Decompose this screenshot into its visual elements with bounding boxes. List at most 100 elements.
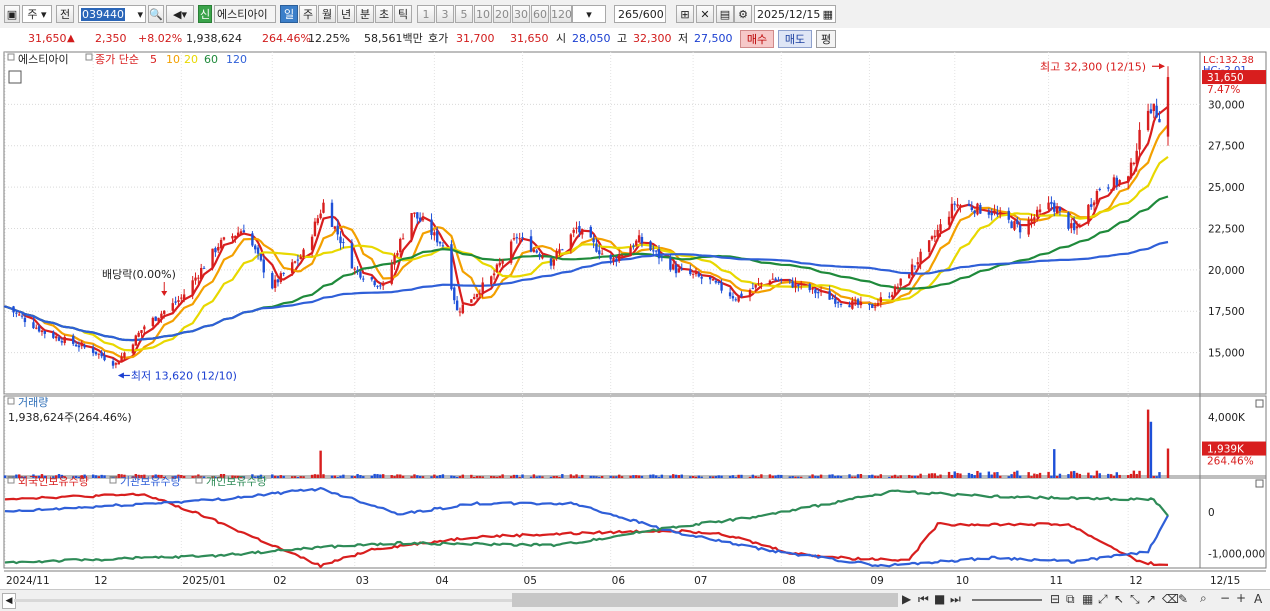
zoom-out-icon[interactable]: − <box>1220 591 1230 605</box>
crosshair-icon[interactable]: ✕ <box>696 5 714 23</box>
interval-tab-5[interactable]: 30 <box>512 5 530 23</box>
candle-body <box>3 306 7 308</box>
chart-settings-icon[interactable]: ▣ <box>4 5 20 23</box>
legend-ma-20: 20 <box>184 53 198 66</box>
average-button[interactable]: 평 <box>816 30 836 48</box>
play-icon[interactable]: ▶ <box>902 592 911 606</box>
volume-bar <box>91 474 95 478</box>
candle-body <box>197 277 200 279</box>
draw-icon[interactable]: ✎ <box>1178 592 1188 606</box>
candle-body <box>876 303 880 306</box>
candle-body <box>222 237 226 240</box>
holdings-tick-label: -1,000,000 <box>1208 548 1265 560</box>
holdings-legend-2: 개인보유수량 <box>206 475 267 488</box>
candle-body <box>879 297 883 303</box>
candle-body <box>490 276 493 285</box>
speaker-icon[interactable]: ◀▾ <box>166 5 194 23</box>
volume-bar <box>632 475 635 478</box>
period-tab-4[interactable]: 분 <box>356 5 374 23</box>
chevron-down-icon[interactable]: ▾ <box>572 5 606 23</box>
candle-body <box>151 317 155 327</box>
eraser-icon[interactable]: ⌫ <box>1162 592 1179 606</box>
candle-body <box>930 236 934 240</box>
period-tab-6[interactable]: 틱 <box>394 5 412 23</box>
volume-bar <box>359 475 362 478</box>
candle-body <box>438 241 442 244</box>
volume-bar <box>1109 474 1113 478</box>
rewind-icon[interactable]: ⏮ <box>918 592 929 607</box>
candle-body <box>94 351 98 355</box>
candle-body <box>748 289 752 296</box>
save-icon[interactable]: ▤ <box>716 5 734 23</box>
buy-button[interactable]: 매수 <box>740 30 774 48</box>
count-field[interactable]: 265/600 <box>614 5 666 23</box>
volume-bar <box>1138 470 1141 478</box>
price-tick-label: 17,500 <box>1208 306 1245 318</box>
volume-bar <box>1053 449 1056 478</box>
volume-bar <box>836 475 840 478</box>
volume-bar <box>728 475 732 478</box>
period-tab-5[interactable]: 초 <box>375 5 393 23</box>
stock-chart[interactable]: 15,000 17,500 20,000 22,500 25,000 27,500 30,0… <box>0 50 1270 589</box>
candle-body <box>893 286 897 295</box>
copy-icon[interactable]: ⧉ <box>1066 592 1075 607</box>
interval-tab-2[interactable]: 5 <box>455 5 473 23</box>
stop-icon[interactable]: ■ <box>934 592 945 606</box>
market-type-label: 주 <box>27 8 38 21</box>
zoom-in-icon[interactable]: + <box>1236 591 1246 605</box>
candle-body <box>154 316 157 321</box>
candle-body <box>273 279 277 288</box>
period-tab-2[interactable]: 월 <box>318 5 336 23</box>
candle-body <box>711 279 715 281</box>
candle-body <box>1166 77 1170 137</box>
market-type-select[interactable]: 주 ▾ <box>22 5 52 23</box>
horizontal-scrollbar[interactable] <box>14 599 512 602</box>
candle-body <box>333 226 337 229</box>
search-icon[interactable]: ⌕ <box>1200 591 1207 606</box>
search-icon[interactable]: 🔍 <box>148 5 164 23</box>
prev-button[interactable]: 전 <box>56 5 74 23</box>
grid-icon[interactable]: ⊞ <box>676 5 694 23</box>
font-size-icon[interactable]: A <box>1254 592 1262 606</box>
interval-tab-3[interactable]: 10 <box>474 5 492 23</box>
volume-bar <box>1112 475 1116 478</box>
layout-icon[interactable]: ⊟ <box>1050 592 1060 606</box>
interval-tab-1[interactable]: 3 <box>436 5 454 23</box>
volume-bar <box>438 475 442 478</box>
volume-bar <box>455 476 459 478</box>
volume-bar <box>290 476 294 478</box>
candle-body <box>660 256 664 258</box>
period-tab-3[interactable]: 년 <box>337 5 355 23</box>
period-tab-0[interactable]: 일 <box>280 5 298 23</box>
interval-tab-7[interactable]: 120 <box>550 5 572 23</box>
date-field[interactable]: 2025/12/15 ▦ <box>754 5 836 23</box>
volume-bar <box>871 474 874 478</box>
gear-icon[interactable]: ⚙ <box>734 5 752 23</box>
sell-button[interactable]: 매도 <box>778 30 812 48</box>
candle-body <box>817 292 820 294</box>
volume-bar <box>333 475 337 478</box>
volume-bar <box>947 471 951 478</box>
stock-code-input[interactable]: 039440 ▾ <box>78 5 146 23</box>
candle-body <box>453 287 456 301</box>
fast-forward-icon[interactable]: ⏭ <box>950 592 961 607</box>
scroll-thumb[interactable] <box>512 593 898 607</box>
volume-bar <box>751 474 755 478</box>
measure-icon[interactable]: ⤡ <box>1130 592 1140 607</box>
interval-tab-0[interactable]: 1 <box>417 5 435 23</box>
candle-body <box>1087 204 1090 224</box>
period-tab-1[interactable]: 주 <box>299 5 317 23</box>
candle-body <box>202 267 206 269</box>
interval-tab-6[interactable]: 60 <box>531 5 549 23</box>
zoom-slider[interactable] <box>972 599 1042 601</box>
candle-body <box>495 264 499 272</box>
trend-icon[interactable]: ⤢ <box>1098 592 1108 607</box>
interval-tab-4[interactable]: 20 <box>493 5 511 23</box>
volume-bar <box>430 476 433 478</box>
pointer-icon[interactable]: ↗ <box>1146 592 1156 606</box>
arrow-icon[interactable]: ↖ <box>1114 592 1124 606</box>
grid-icon[interactable]: ▦ <box>1082 592 1093 606</box>
candle-body <box>689 269 692 275</box>
candle-body <box>717 281 720 284</box>
volume-bar <box>282 475 285 478</box>
